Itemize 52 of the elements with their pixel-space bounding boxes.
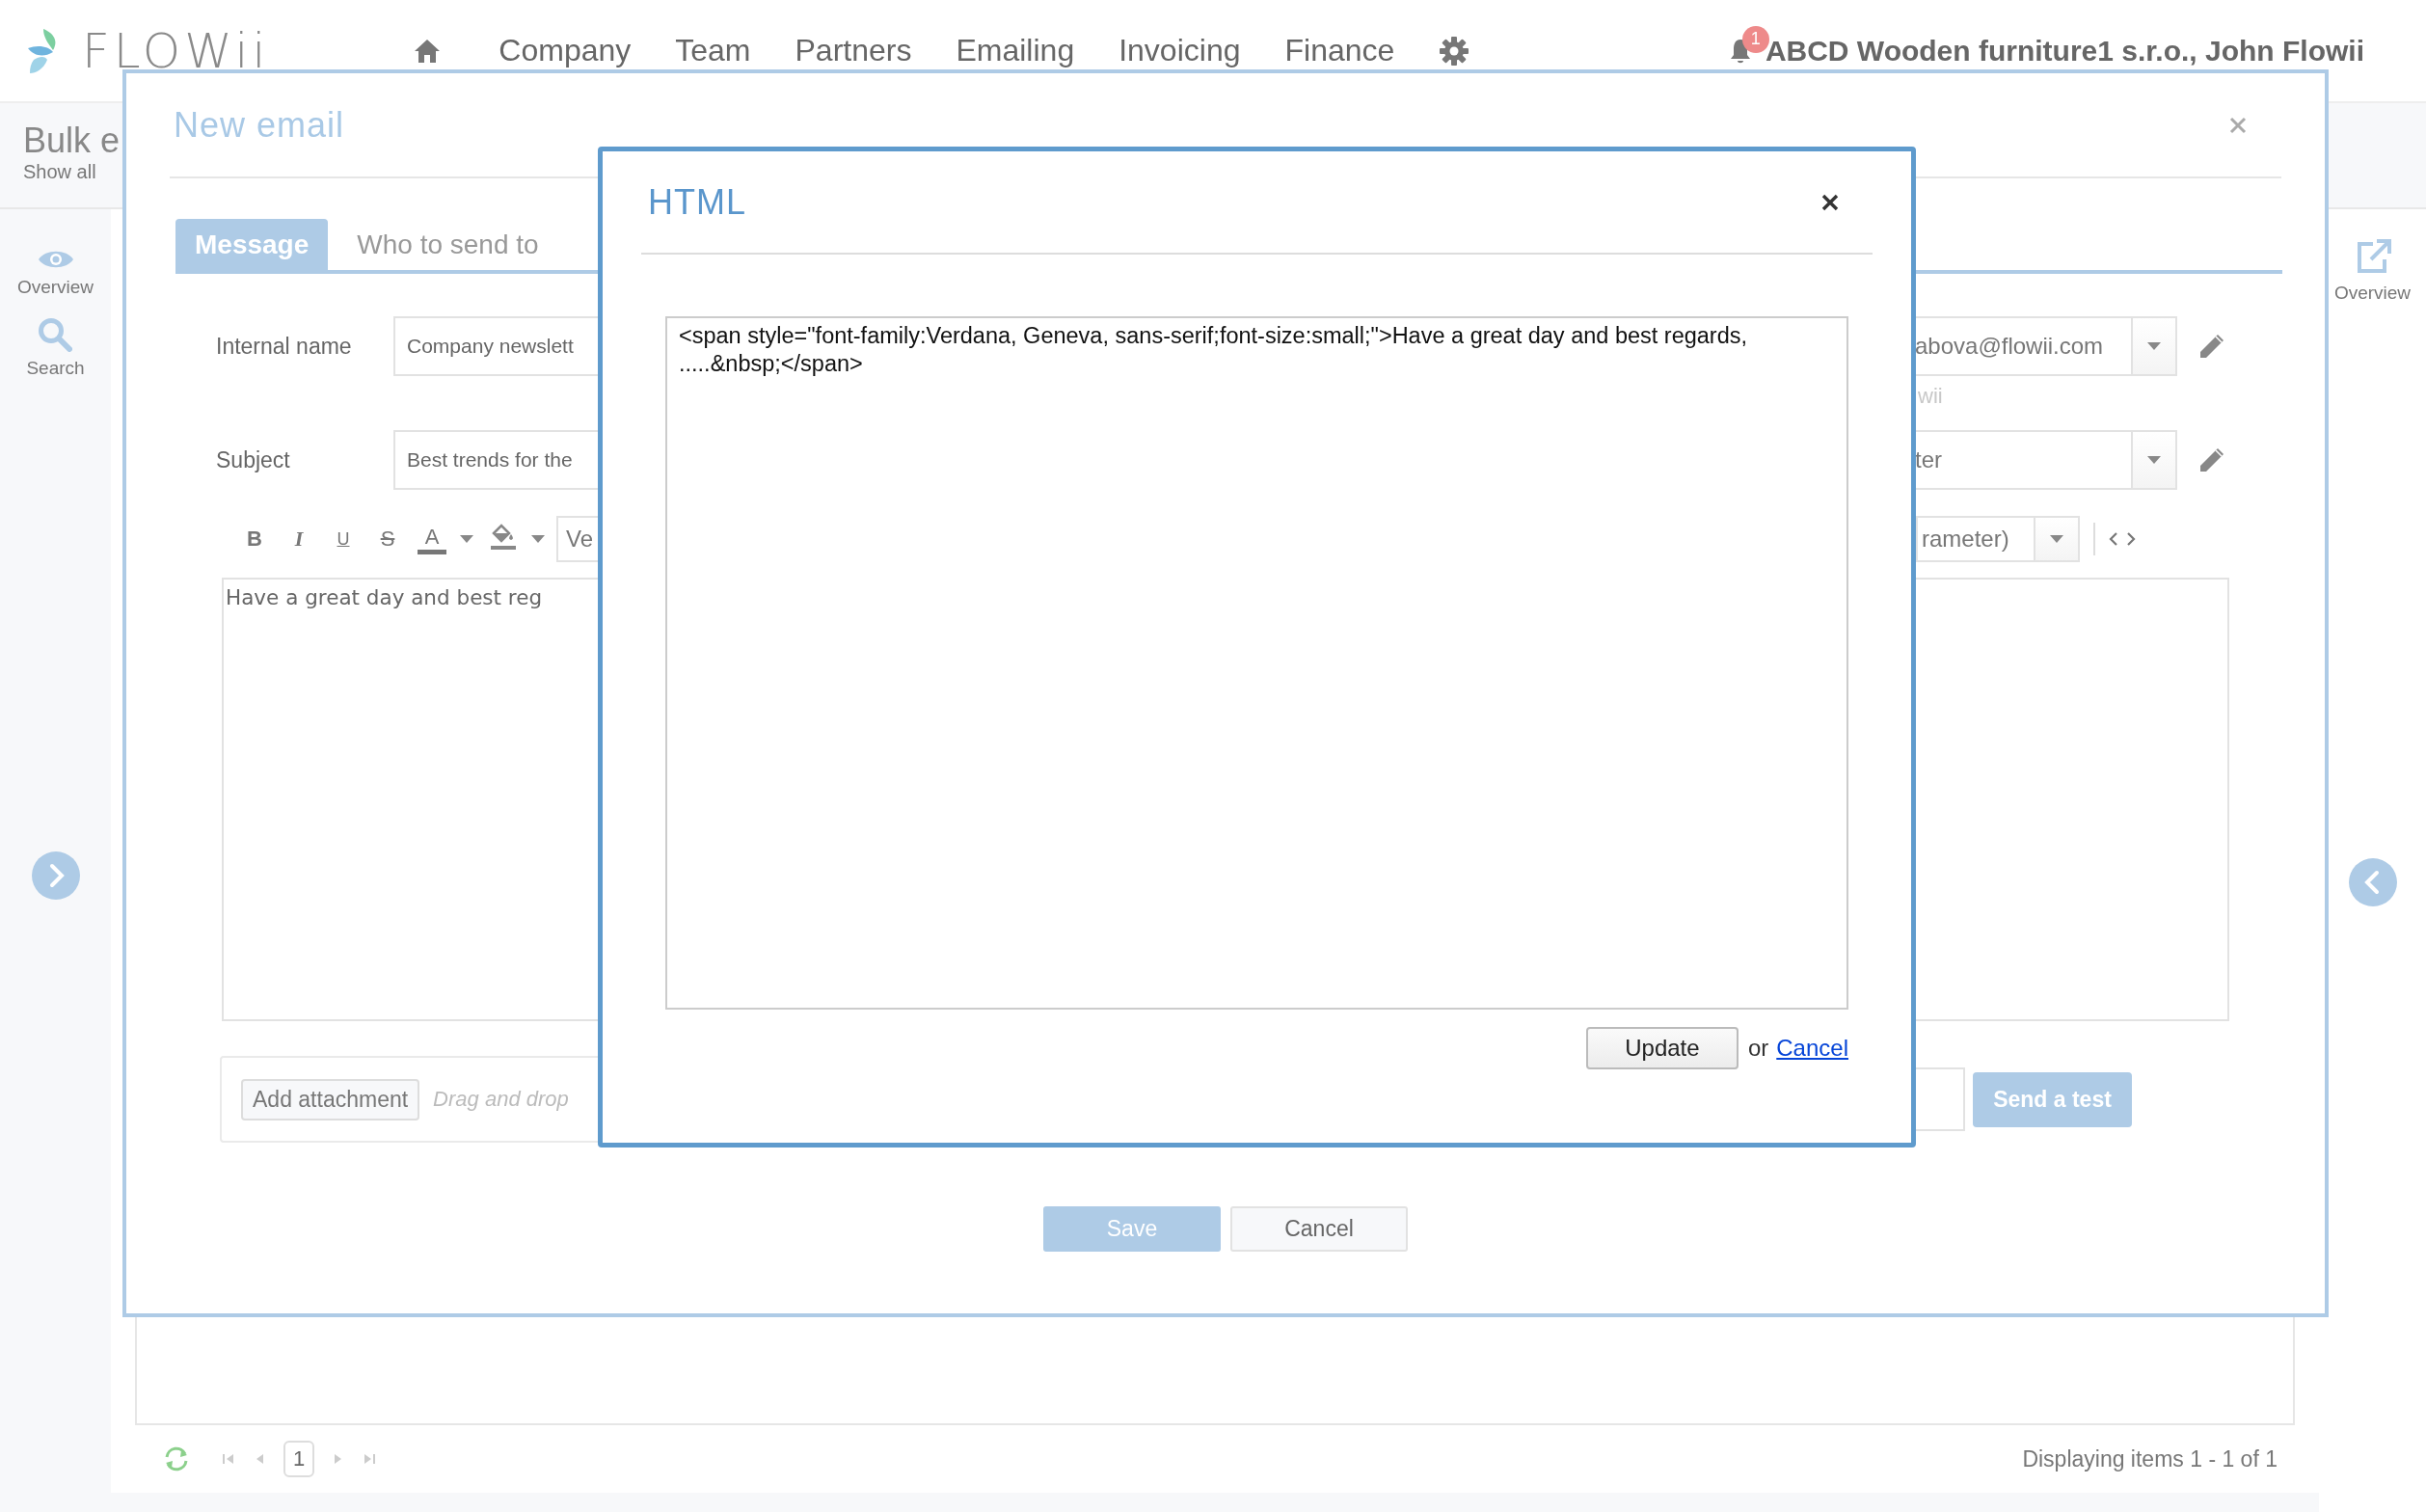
caret-icon xyxy=(2050,535,2063,543)
add-attachment-button[interactable]: Add attachment xyxy=(241,1078,420,1120)
format-button[interactable]: A xyxy=(418,524,446,554)
caret-icon xyxy=(2147,342,2161,350)
nav-link[interactable]: Company xyxy=(499,33,632,68)
first-page-icon[interactable] xyxy=(222,1452,235,1466)
format-button[interactable]: S xyxy=(365,526,410,552)
field-label: Subject xyxy=(216,446,291,473)
sidebar-label[interactable]: Search xyxy=(26,358,85,379)
nav-link[interactable]: Partners xyxy=(795,33,912,68)
format-button[interactable]: B xyxy=(232,526,277,552)
previous-page-icon[interactable] xyxy=(255,1452,264,1466)
paint-bucket-icon[interactable] xyxy=(491,522,516,551)
dropdown-field[interactable]: ter xyxy=(1913,430,2177,490)
dropdown-field[interactable]: abova@flowii.com xyxy=(1913,316,2177,376)
nav-link[interactable]: Finance xyxy=(1284,33,1395,68)
last-page-icon[interactable] xyxy=(363,1452,377,1466)
html-code-field[interactable]: <span style="font-family:Verdana, Geneva, sans-serif;font-size:small;">Have a great day and best regards, .....&nbsp;</span> xyxy=(665,316,1848,1010)
tab[interactable]: Who to send to xyxy=(337,219,558,270)
bell-icon[interactable] xyxy=(1728,37,1752,65)
parameter-select[interactable]: rameter) xyxy=(1916,516,2080,562)
drop-hint: Drag and drop xyxy=(433,1087,569,1112)
show-all-link[interactable]: Show all xyxy=(23,161,121,183)
page-title: Bulk e xyxy=(23,121,121,161)
settings-icon[interactable] xyxy=(1439,35,1470,67)
notification-badge: 1 xyxy=(1741,25,1769,53)
or-text: or xyxy=(1747,1035,1769,1062)
field-label: Internal name xyxy=(216,333,353,360)
chevron-left-icon[interactable] xyxy=(2348,858,2397,906)
sidebar-label[interactable]: Overview xyxy=(16,277,94,298)
pager-summary: Displaying items 1 - 1 of 1 xyxy=(2022,1445,2278,1472)
caret-icon[interactable] xyxy=(531,535,545,543)
cancel-button[interactable]: Cancel xyxy=(1230,1206,1408,1252)
format-button[interactable]: U xyxy=(321,528,365,550)
caret-icon xyxy=(2147,456,2161,464)
home-icon[interactable] xyxy=(414,38,442,64)
dialog-title: New email xyxy=(174,104,345,146)
nav-link[interactable]: Emailing xyxy=(956,33,1075,68)
nav-link[interactable]: Team xyxy=(675,33,751,68)
nav-link[interactable]: Invoicing xyxy=(1119,33,1241,68)
close-icon[interactable] xyxy=(1821,193,1839,211)
dialog-title: HTML xyxy=(648,181,746,223)
format-button[interactable]: I xyxy=(277,526,321,552)
chevron-right-icon[interactable] xyxy=(31,851,80,900)
sidebar-label[interactable]: Overview xyxy=(2333,283,2412,304)
caret-icon[interactable] xyxy=(460,535,473,543)
code-icon[interactable] xyxy=(2109,531,2136,547)
update-button[interactable]: Update xyxy=(1585,1027,1739,1069)
page-number-field[interactable]: 1 xyxy=(283,1441,315,1477)
search-icon[interactable] xyxy=(38,317,73,352)
logo-text: FLOWii xyxy=(82,22,270,79)
cancel-link[interactable]: Cancel xyxy=(1776,1035,1848,1062)
